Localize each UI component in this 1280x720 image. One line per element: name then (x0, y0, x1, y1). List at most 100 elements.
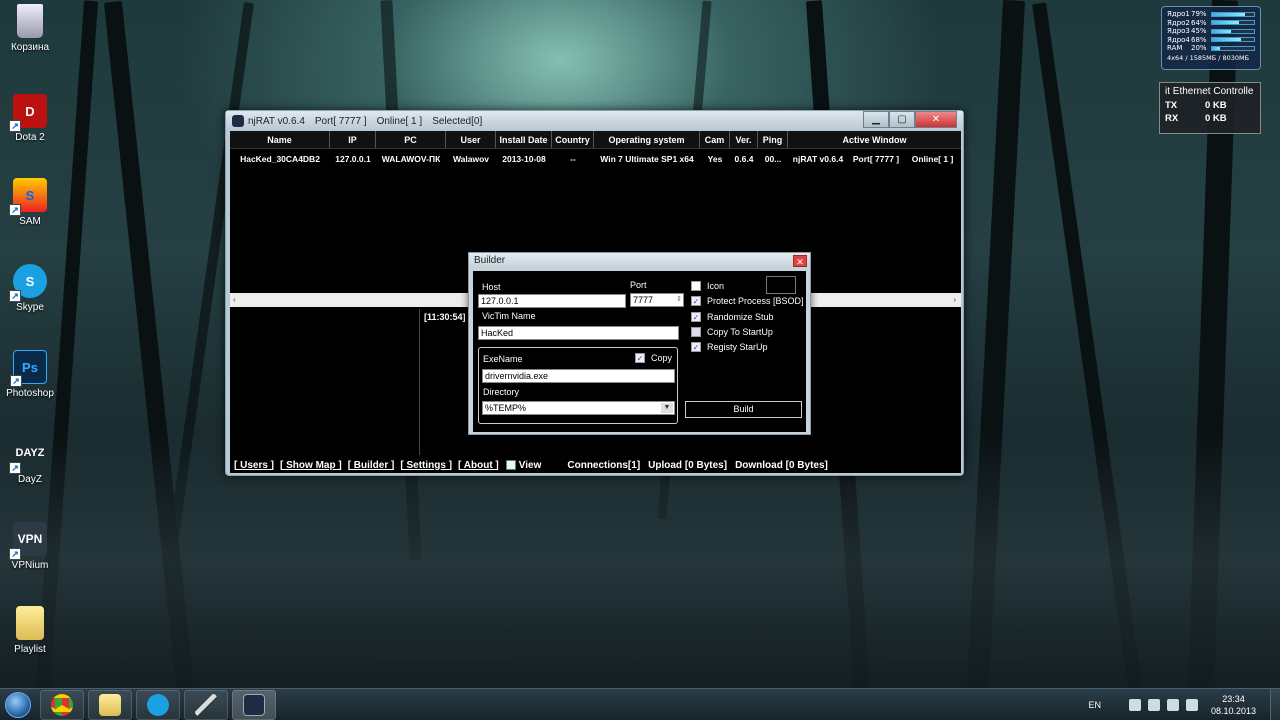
randomize-stub-checkbox[interactable]: ✓ Randomize Stub (691, 312, 774, 322)
port-stepper[interactable]: 7777 ⇕ (630, 293, 684, 307)
chrome-icon (51, 693, 73, 716)
column-header-user[interactable]: User (446, 131, 496, 148)
desktop-icon-vpnium[interactable]: VPN ↗ VPNium (6, 522, 54, 571)
cell-ping: 00... (764, 154, 782, 164)
about-link[interactable]: [ About ] (458, 460, 499, 471)
icon-preview-box[interactable] (766, 276, 796, 294)
selected-status: Selected[0] (432, 115, 483, 127)
host-input[interactable]: 127.0.0.1 (478, 294, 626, 308)
cell-install-date: 2013-10-08 (502, 154, 546, 164)
desktop-icon-recycle-bin[interactable]: Корзина (6, 4, 54, 53)
copy-checkbox[interactable]: ✓ Copy (635, 353, 672, 363)
battery-icon[interactable] (1128, 699, 1141, 711)
cell-port: Port[ 7777 ] (852, 154, 900, 164)
users-link[interactable]: [ Users ] (234, 460, 274, 471)
close-button[interactable]: ✕ (915, 111, 957, 128)
taskbar-explorer[interactable] (88, 689, 132, 720)
builder-close-button[interactable]: ✕ (793, 255, 807, 267)
show-desktop-button[interactable] (1270, 689, 1280, 720)
protect-process-checkbox[interactable]: ✓ Protect Process [BSOD] (691, 296, 804, 306)
desktop-icon-dota2[interactable]: D ↗ Dota 2 (6, 94, 54, 143)
taskbar-skype[interactable] (136, 689, 180, 720)
minimize-button[interactable]: ▁ (863, 111, 889, 128)
column-header-os[interactable]: Operating system (594, 131, 700, 148)
desktop-icon-playlist[interactable]: Playlist (6, 606, 54, 655)
builder-titlebar[interactable]: Builder (469, 253, 810, 269)
desktop-icon-photoshop[interactable]: Ps ↗ Photoshop (6, 350, 54, 399)
desktop-icon-sam[interactable]: S ↗ SAM (6, 178, 54, 227)
tx-row: TX 0 KB (1165, 100, 1227, 111)
njrat-icon (243, 693, 265, 716)
victim-name-label: VicTim Name (482, 311, 536, 321)
victim-name-input[interactable]: HacKed (478, 326, 679, 340)
volume-icon[interactable] (1185, 699, 1198, 711)
cell-name: HacKed_30CA4DB2 (240, 154, 320, 164)
builder-dialog[interactable]: Builder ✕ Host 127.0.0.1 Port 7777 ⇕ VicT… (468, 252, 811, 435)
network-adapter-title: it Ethernet Controlle (1165, 86, 1254, 97)
exe-group: ExeName ✓ Copy drivernvidia.exe Directory… (478, 347, 678, 424)
njrat-app-icon (232, 115, 244, 127)
start-button[interactable] (0, 689, 36, 720)
online-status: Online[ 1 ] (376, 115, 423, 127)
folder-icon (16, 606, 44, 640)
column-header-active-window[interactable]: Active Window (788, 131, 961, 148)
desktop-icon-skype[interactable]: S ↗ Skype (6, 264, 54, 313)
download-status: Download [0 Bytes] (735, 459, 828, 471)
column-header-country[interactable]: Country (552, 131, 594, 148)
show-map-link[interactable]: [ Show Map ] (280, 460, 342, 471)
log-panel (230, 309, 420, 455)
build-button[interactable]: Build (685, 401, 802, 418)
chevron-down-icon[interactable]: ▼ (661, 403, 673, 413)
column-header-cam[interactable]: Cam (700, 131, 730, 148)
column-header-pc[interactable]: PC (376, 131, 446, 148)
folder-icon (99, 693, 121, 716)
icon-checkbox[interactable]: Icon (691, 281, 724, 291)
taskbar: EN 23:34 08.10.2013 (0, 688, 1280, 720)
host-label: Host (482, 282, 501, 292)
column-header-ver[interactable]: Ver. (730, 131, 758, 148)
cell-user: Walawov (452, 154, 490, 164)
taskbar-njrat[interactable] (232, 689, 276, 720)
stepper-arrows-icon[interactable]: ⇕ (676, 294, 682, 306)
rx-row: RX 0 KB (1165, 113, 1227, 124)
copy-to-startup-checkbox[interactable]: Copy To StartUp (691, 327, 773, 337)
photoshop-icon: Ps ↗ (10, 350, 47, 387)
bottom-toolbar: [ Users ] [ Show Map ] [ Builder ] [ Set… (230, 457, 961, 473)
registry-startup-checkbox[interactable]: ✓ Registy StarUp (691, 342, 768, 352)
clock[interactable]: 23:34 08.10.2013 (1211, 693, 1256, 717)
view-checkbox[interactable] (505, 460, 516, 470)
cpu-core-row: Ядро3 45% (1167, 27, 1255, 36)
taskbar-chrome[interactable] (40, 689, 84, 720)
directory-select[interactable]: %TEMP% ▼ (482, 401, 675, 415)
cell-os: Win 7 Ultimate SP1 x64 (600, 154, 694, 164)
checkbox-check-icon: ✓ (635, 353, 645, 363)
builder-body: Host 127.0.0.1 Port 7777 ⇕ VicTim Name Ha… (473, 271, 806, 432)
exename-input[interactable]: drivernvidia.exe (482, 369, 675, 383)
column-header-ip[interactable]: IP (330, 131, 376, 148)
taskbar-pen-tool[interactable] (184, 689, 228, 720)
settings-link[interactable]: [ Settings ] (400, 460, 452, 471)
builder-link[interactable]: [ Builder ] (348, 460, 395, 471)
network-meter-gadget[interactable]: it Ethernet Controlle TX 0 KB RX 0 KB (1159, 82, 1261, 134)
flag-icon[interactable] (1166, 699, 1179, 711)
column-header-ping[interactable]: Ping (758, 131, 788, 148)
cpu-core-row: Ядро2 64% (1167, 19, 1255, 28)
cpu-gadget-footer: 4x64 / 1585МБ / 8030МБ (1167, 53, 1250, 62)
column-header-name[interactable]: Name (230, 131, 330, 148)
njrat-titlebar[interactable]: njRAT v0.6.4 Port[ 7777 ] Online[ 1 ] Se… (226, 111, 963, 131)
recycle-bin-icon (17, 4, 43, 38)
checkbox-check-icon: ✓ (691, 342, 701, 352)
maximize-button[interactable]: ▢ (889, 111, 915, 128)
cell-cam: Yes (707, 154, 723, 164)
cpu-meter-gadget[interactable]: Ядро1 79% Ядро2 64% Ядро3 45% Ядро4 68% RAM 2… (1161, 6, 1261, 70)
column-header-install-date[interactable]: Install Date (496, 131, 552, 148)
network-icon[interactable] (1147, 699, 1160, 711)
language-indicator[interactable]: EN (1088, 700, 1101, 710)
table-row[interactable]: HacKed_30CA4DB2 127.0.0.1 WALAWOV-ПК Wal… (230, 151, 961, 168)
exename-label: ExeName (483, 354, 523, 364)
scroll-right-icon[interactable]: › (953, 293, 956, 307)
connections-status: Connections[1] (567, 459, 641, 471)
port-status: Port[ 7777 ] (314, 115, 367, 127)
desktop-icon-dayz[interactable]: DAYZ ↗ DayZ (6, 436, 54, 485)
scroll-left-icon[interactable]: ‹ (233, 293, 236, 307)
